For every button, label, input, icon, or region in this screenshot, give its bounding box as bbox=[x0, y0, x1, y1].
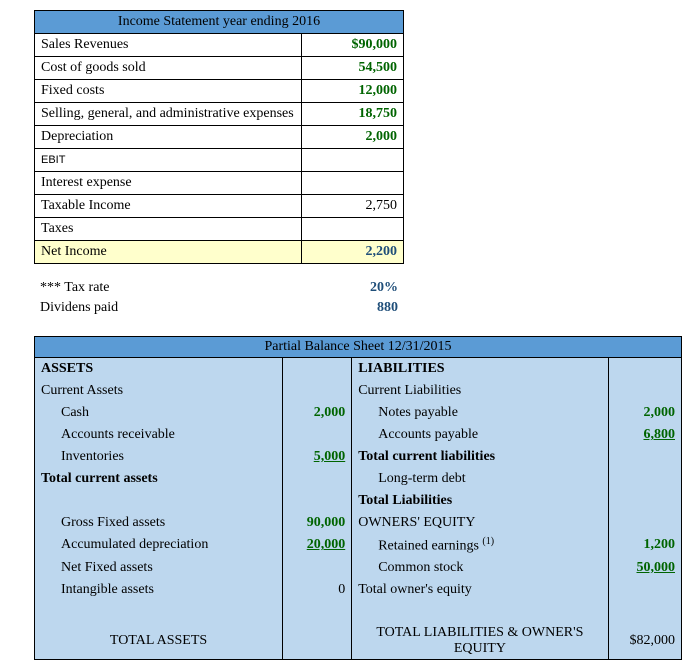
row-fixed-label: Fixed costs bbox=[35, 80, 302, 103]
nfa-label: Net Fixed assets bbox=[35, 557, 283, 579]
row-net-label: Net Income bbox=[35, 241, 302, 264]
cash-label: Cash bbox=[35, 402, 283, 424]
row-int-value bbox=[302, 172, 404, 195]
income-statement-table: Income Statement year ending 2016 Sales … bbox=[34, 10, 404, 264]
blank-cell bbox=[283, 358, 352, 381]
ia-value: 0 bbox=[283, 579, 352, 601]
balance-sheet-title: Partial Balance Sheet 12/31/2015 bbox=[35, 337, 682, 358]
total-assets-value bbox=[283, 623, 352, 660]
balance-sheet-table: Partial Balance Sheet 12/31/2015 ASSETS … bbox=[34, 336, 682, 660]
row-tax-value bbox=[302, 218, 404, 241]
row-int-label: Interest expense bbox=[35, 172, 302, 195]
row-fixed-value: 12,000 bbox=[302, 80, 404, 103]
row-dep-label: Depreciation bbox=[35, 126, 302, 149]
blank-cell bbox=[283, 380, 352, 402]
ap-label: Accounts payable bbox=[352, 424, 608, 446]
blank-cell bbox=[608, 512, 681, 534]
dividends-label: Dividens paid bbox=[34, 298, 303, 318]
row-ebit-value bbox=[302, 149, 404, 172]
dividends-value: 880 bbox=[303, 298, 404, 318]
ad-value: 20,000 bbox=[283, 534, 352, 557]
income-notes: *** Tax rate 20% Dividens paid 880 bbox=[34, 278, 404, 318]
total-assets-label: TOTAL ASSETS bbox=[35, 623, 283, 660]
blank-cell bbox=[283, 601, 352, 623]
ap-value: 6,800 bbox=[608, 424, 681, 446]
row-sga-value: 18,750 bbox=[302, 103, 404, 126]
taxrate-value: 20% bbox=[303, 278, 404, 298]
cash-value: 2,000 bbox=[283, 402, 352, 424]
current-liabilities-label: Current Liabilities bbox=[352, 380, 608, 402]
row-ebit-label: EBIT bbox=[35, 149, 302, 172]
ar-label: Accounts receivable bbox=[35, 424, 283, 446]
taxrate-label: *** Tax rate bbox=[34, 278, 303, 298]
tcl-value bbox=[608, 446, 681, 468]
gfa-value: 90,000 bbox=[283, 512, 352, 534]
blank-cell bbox=[608, 358, 681, 381]
gfa-label: Gross Fixed assets bbox=[35, 512, 283, 534]
tca-label: Total current assets bbox=[35, 468, 283, 490]
re-label: Retained earnings (1) bbox=[352, 534, 608, 557]
oe-label: OWNERS' EQUITY bbox=[352, 512, 608, 534]
liabilities-heading: LIABILITIES bbox=[352, 358, 608, 381]
ad-label: Accumulated depreciation bbox=[35, 534, 283, 557]
row-dep-value: 2,000 bbox=[302, 126, 404, 149]
ltd-label: Long-term debt bbox=[352, 468, 608, 490]
notes-payable-label: Notes payable bbox=[352, 402, 608, 424]
tl-value bbox=[608, 490, 681, 512]
blank-cell bbox=[608, 380, 681, 402]
re-value: 1,200 bbox=[608, 534, 681, 557]
row-net-value: 2,200 bbox=[302, 241, 404, 264]
row-sales-label: Sales Revenues bbox=[35, 34, 302, 57]
total-le-value: $82,000 bbox=[608, 623, 681, 660]
row-cogs-label: Cost of goods sold bbox=[35, 57, 302, 80]
nfa-value bbox=[283, 557, 352, 579]
row-taxable-value: 2,750 bbox=[302, 195, 404, 218]
blank-cell bbox=[608, 601, 681, 623]
ar-value bbox=[283, 424, 352, 446]
income-statement-title: Income Statement year ending 2016 bbox=[35, 11, 404, 34]
ltd-value bbox=[608, 468, 681, 490]
inv-label: Inventories bbox=[35, 446, 283, 468]
current-assets-label: Current Assets bbox=[35, 380, 283, 402]
row-sales-value: $90,000 bbox=[302, 34, 404, 57]
tl-label: Total Liabilities bbox=[352, 490, 608, 512]
row-cogs-value: 54,500 bbox=[302, 57, 404, 80]
total-le-label: TOTAL LIABILITIES & OWNER'S EQUITY bbox=[352, 623, 608, 660]
blank-cell bbox=[35, 490, 283, 512]
tcl-label: Total current liabilities bbox=[352, 446, 608, 468]
blank-cell bbox=[352, 601, 608, 623]
cs-label: Common stock bbox=[352, 557, 608, 579]
row-tax-label: Taxes bbox=[35, 218, 302, 241]
toe-label: Total owner's equity bbox=[352, 579, 608, 601]
row-sga-label: Selling, general, and administrative exp… bbox=[35, 103, 302, 126]
assets-heading: ASSETS bbox=[35, 358, 283, 381]
blank-cell bbox=[283, 490, 352, 512]
notes-payable-value: 2,000 bbox=[608, 402, 681, 424]
tca-value bbox=[283, 468, 352, 490]
cs-value: 50,000 bbox=[608, 557, 681, 579]
toe-value bbox=[608, 579, 681, 601]
inv-value: 5,000 bbox=[283, 446, 352, 468]
ia-label: Intangible assets bbox=[35, 579, 283, 601]
blank-cell bbox=[35, 601, 283, 623]
row-taxable-label: Taxable Income bbox=[35, 195, 302, 218]
